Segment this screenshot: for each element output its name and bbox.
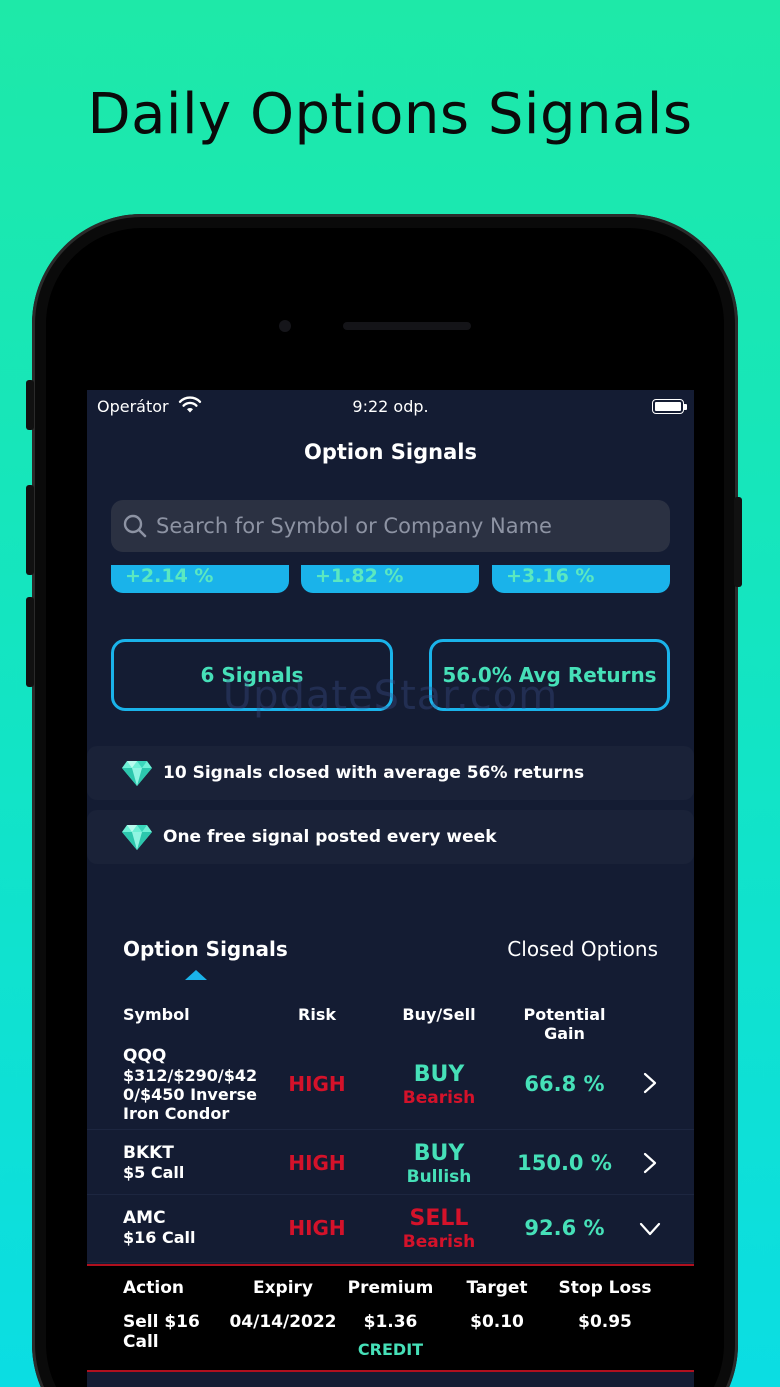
- row-buy-sell: BUY Bullish: [389, 1141, 489, 1187]
- volume-up-button: [26, 485, 34, 575]
- row-action: SELL: [409, 1206, 469, 1231]
- row-direction: Bearish: [402, 1088, 476, 1108]
- detail-action-line: Call: [123, 1332, 159, 1352]
- battery-nub: [684, 404, 687, 410]
- headline: Daily Options Signals: [87, 82, 693, 147]
- front-camera: [279, 320, 291, 332]
- table-header: Symbol Risk Buy/Sell Potential Gain: [87, 1005, 694, 1043]
- diamond-icon: [122, 825, 152, 850]
- search-bar[interactable]: [111, 500, 670, 552]
- status-time: 9:22 odp.: [352, 397, 429, 416]
- search-input[interactable]: [156, 514, 656, 538]
- mute-switch: [26, 380, 34, 430]
- tab-indicator: [185, 970, 207, 980]
- row-gain: 92.6 %: [524, 1216, 605, 1240]
- detail-target: $0.10: [470, 1312, 524, 1332]
- detail-stop-loss: $0.95: [578, 1312, 632, 1332]
- app-screen: Operátor 9:22 odp. Option Signals +2.14 …: [87, 390, 694, 1387]
- row-action: BUY: [413, 1062, 465, 1087]
- tab-option-signals[interactable]: Option Signals: [123, 937, 288, 961]
- row-symbol: BKKT $5 Call: [123, 1143, 185, 1183]
- row-risk: HIGH: [288, 1072, 346, 1096]
- row-action: BUY: [413, 1141, 465, 1166]
- row-direction: Bearish: [402, 1232, 476, 1252]
- row-symbol: QQQ $312/$290/$42 0/$450 Inverse Iron Co…: [123, 1046, 258, 1124]
- detail-action-line: Sell $16: [123, 1312, 200, 1332]
- column-header-symbol: Symbol: [123, 1005, 190, 1024]
- detail-expiry: 04/14/2022: [229, 1312, 337, 1332]
- status-bar: Operátor 9:22 odp.: [87, 390, 694, 422]
- performance-pill[interactable]: +3.16 %: [492, 565, 670, 593]
- row-contract: $5 Call: [123, 1163, 185, 1182]
- detail-header-action: Action: [123, 1278, 184, 1298]
- info-note: 10 Signals closed with average 56% retur…: [87, 746, 694, 800]
- watermark: UpdateStar.com: [222, 673, 559, 719]
- performance-pill[interactable]: +2.14 %: [111, 565, 289, 593]
- chevron-down-icon[interactable]: [639, 1218, 661, 1240]
- performance-pill[interactable]: +1.82 %: [301, 565, 479, 593]
- detail-premium: $1.36: [363, 1312, 418, 1332]
- chevron-right-icon[interactable]: [639, 1072, 661, 1094]
- table-row[interactable]: QQQ $312/$290/$42 0/$450 Inverse Iron Co…: [87, 1042, 694, 1130]
- row-risk: HIGH: [288, 1151, 346, 1175]
- row-ticker: BKKT: [123, 1143, 174, 1163]
- table-row[interactable]: BKKT $5 Call HIGH BUY Bullish 150.0 %: [87, 1132, 694, 1195]
- row-direction: Bullish: [406, 1167, 472, 1187]
- detail-premium-type: CREDIT: [357, 1340, 424, 1359]
- diamond-icon: [122, 761, 152, 786]
- row-contract: $16 Call: [123, 1228, 196, 1247]
- chevron-right-icon[interactable]: [639, 1152, 661, 1174]
- row-contract: 0/$450 Inverse: [123, 1085, 257, 1104]
- search-icon: [123, 514, 147, 538]
- row-gain: 150.0 %: [517, 1151, 612, 1175]
- row-buy-sell: BUY Bearish: [389, 1062, 489, 1108]
- row-gain: 66.8 %: [524, 1072, 605, 1096]
- row-buy-sell: SELL Bearish: [389, 1206, 489, 1252]
- page-title: Option Signals: [304, 440, 477, 464]
- row-risk: HIGH: [288, 1216, 346, 1240]
- column-header-potential-gain: Potential Gain: [523, 1005, 606, 1043]
- tab-closed-options[interactable]: Closed Options: [507, 937, 658, 961]
- row-contract: Iron Condor: [123, 1104, 230, 1123]
- volume-down-button: [26, 597, 34, 687]
- detail-header-stop-loss: Stop Loss: [558, 1278, 652, 1298]
- earpiece-speaker: [343, 322, 471, 330]
- battery-icon: [652, 399, 684, 414]
- column-header-risk: Risk: [298, 1005, 336, 1024]
- table-row[interactable]: AMC $16 Call HIGH SELL Bearish 92.6 %: [87, 1197, 694, 1263]
- detail-header-target: Target: [466, 1278, 528, 1298]
- segment-tabs: Option Signals Closed Options: [87, 935, 694, 985]
- detail-header-premium: Premium: [347, 1278, 434, 1298]
- info-note-text: One free signal posted every week: [163, 827, 497, 847]
- column-header-buy-sell: Buy/Sell: [402, 1005, 476, 1024]
- detail-header-expiry: Expiry: [252, 1278, 314, 1298]
- detail-action: Sell $16 Call: [123, 1312, 200, 1352]
- row-symbol: AMC $16 Call: [123, 1208, 196, 1248]
- power-button: [734, 497, 742, 587]
- info-note-text: 10 Signals closed with average 56% retur…: [163, 763, 585, 783]
- info-note: One free signal posted every week: [87, 810, 694, 864]
- signal-detail-panel: Action Expiry Premium Target Stop Loss S…: [87, 1264, 694, 1372]
- row-ticker: QQQ: [123, 1046, 167, 1066]
- performance-pills: +2.14 % +1.82 % +3.16 %: [111, 565, 670, 593]
- row-contract: $312/$290/$42: [123, 1066, 258, 1085]
- row-ticker: AMC: [123, 1208, 166, 1228]
